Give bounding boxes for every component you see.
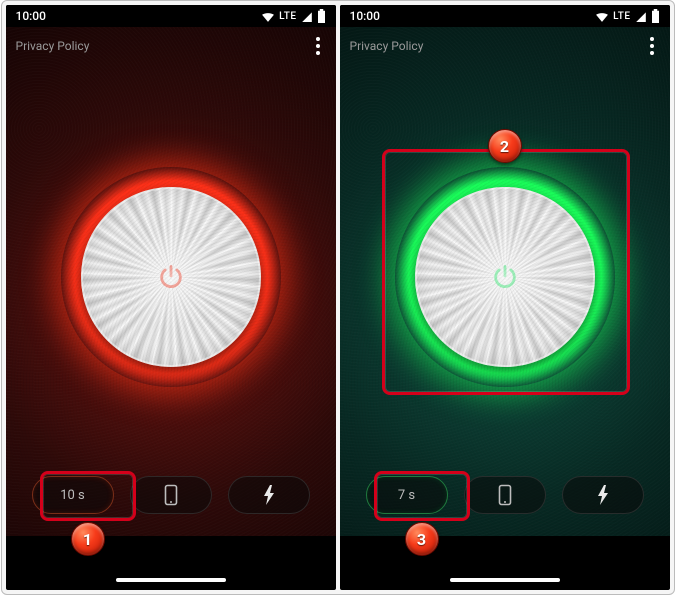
flash-icon <box>263 485 275 505</box>
timer-button[interactable]: 10 s <box>32 476 114 514</box>
power-disc <box>415 187 595 367</box>
power-button[interactable] <box>395 167 615 387</box>
battery-icon <box>651 9 660 23</box>
power-icon <box>491 263 519 291</box>
signal-icon <box>301 10 313 22</box>
timer-button[interactable]: 7 s <box>366 476 448 514</box>
app-content: Privacy Policy 7 s <box>340 27 670 536</box>
nav-home-indicator[interactable] <box>450 578 560 582</box>
phone-screen-right: 10:00 LTE Privacy Policy <box>340 5 670 590</box>
overflow-menu-button[interactable] <box>644 31 660 61</box>
privacy-policy-link[interactable]: Privacy Policy <box>350 39 424 53</box>
battery-icon <box>317 9 326 23</box>
power-disc <box>81 187 261 367</box>
phone-screen-left: 10:00 LTE Privacy Policy <box>6 5 336 590</box>
overflow-menu-button[interactable] <box>310 31 326 61</box>
power-icon <box>157 263 185 291</box>
screen-mode-button[interactable] <box>464 476 546 514</box>
wifi-icon <box>261 10 275 22</box>
privacy-policy-link[interactable]: Privacy Policy <box>16 39 90 53</box>
phone-outline-icon <box>164 484 178 506</box>
status-bar: 10:00 LTE <box>6 5 336 27</box>
power-button[interactable] <box>61 167 281 387</box>
phone-outline-icon <box>498 484 512 506</box>
network-label: LTE <box>279 11 296 22</box>
flash-mode-button[interactable] <box>228 476 310 514</box>
signal-icon <box>635 10 647 22</box>
network-label: LTE <box>613 11 630 22</box>
flash-mode-button[interactable] <box>562 476 644 514</box>
status-time: 10:00 <box>350 9 380 23</box>
nav-home-indicator[interactable] <box>116 578 226 582</box>
status-time: 10:00 <box>16 9 46 23</box>
status-indicators: LTE <box>595 9 659 23</box>
wifi-icon <box>595 10 609 22</box>
timer-label: 7 s <box>398 488 415 503</box>
screen-mode-button[interactable] <box>130 476 212 514</box>
flash-icon <box>597 485 609 505</box>
status-indicators: LTE <box>261 9 325 23</box>
status-bar: 10:00 LTE <box>340 5 670 27</box>
timer-label: 10 s <box>60 488 85 503</box>
app-content: Privacy Policy 10 s <box>6 27 336 536</box>
